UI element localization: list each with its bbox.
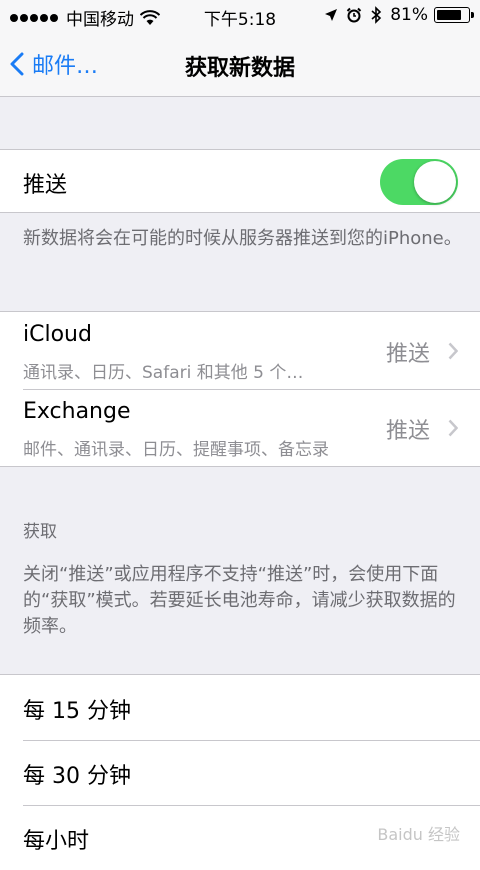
account-row-icloud[interactable]: iCloud 通讯录、日历、Safari 和其他 5 个… 推送	[0, 312, 480, 389]
fetch-option-15min[interactable]: 每 15 分钟	[0, 675, 480, 740]
fetch-option-label: 每 15 分钟	[23, 699, 131, 724]
status-right: 81%	[316, 5, 474, 25]
battery-icon	[434, 7, 474, 23]
chevron-right-icon	[448, 419, 458, 437]
status-bar: 中国移动 下午5:18 81%	[0, 0, 480, 32]
account-detail: 邮件、通讯录、日历、提醒事项、备忘录	[23, 440, 329, 460]
toggle-knob	[414, 161, 456, 203]
fetch-description: 关闭“推送”或应用程序不支持“推送”时，会使用下面的“获取”模式。若要延长电池寿…	[23, 564, 456, 637]
push-group: 推送	[0, 149, 480, 213]
chevron-right-icon	[448, 342, 458, 360]
account-detail: 通讯录、日历、Safari 和其他 5 个…	[23, 363, 304, 383]
fetch-option-label: 每 30 分钟	[23, 764, 131, 789]
fetch-section-header: 获取	[23, 522, 57, 542]
account-name: iCloud	[23, 322, 92, 347]
navigation-bar: 邮件… 获取新数据	[0, 32, 480, 97]
account-row-exchange[interactable]: Exchange 邮件、通讯录、日历、提醒事项、备忘录 推送	[0, 389, 480, 466]
location-arrow-icon	[325, 9, 338, 21]
battery-percent: 81%	[390, 5, 428, 25]
page-title: 获取新数据	[184, 56, 295, 81]
fetch-option-30min[interactable]: 每 30 分钟	[0, 740, 480, 805]
push-label: 推送	[23, 173, 68, 198]
account-fetch-mode: 推送	[385, 342, 430, 367]
account-fetch-mode: 推送	[385, 419, 430, 444]
push-toggle[interactable]	[380, 159, 458, 205]
bluetooth-icon	[371, 6, 382, 24]
alarm-icon	[346, 7, 362, 23]
fetch-option-label: 每小时	[23, 829, 90, 854]
push-row: 推送	[0, 150, 480, 212]
account-name: Exchange	[23, 399, 131, 424]
push-description: 新数据将会在可能的时候从服务器推送到您的iPhone。	[23, 228, 462, 249]
accounts-group: iCloud 通讯录、日历、Safari 和其他 5 个… 推送 Exchang…	[0, 311, 480, 467]
watermark: Baidu 经验	[377, 825, 460, 844]
